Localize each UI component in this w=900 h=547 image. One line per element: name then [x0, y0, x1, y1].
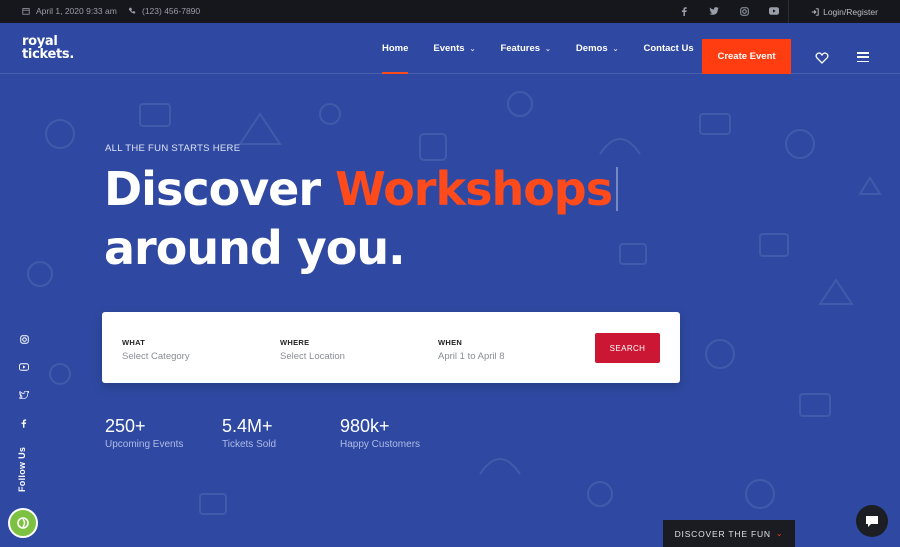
twitter-icon[interactable] — [708, 5, 720, 17]
nav-demos-label: Demos — [575, 43, 608, 54]
chevron-down-icon: ⌄ — [469, 45, 476, 53]
top-bar: April 1, 2020 9:33 am (123) 456-7890 Log… — [0, 0, 900, 23]
when-label: WHEN — [438, 338, 463, 347]
login-icon — [811, 7, 819, 16]
hero-eyebrow: ALL THE FUN STARTS HERE — [105, 143, 241, 154]
chevron-down-icon: ⌄ — [612, 45, 619, 53]
stat-number: 980k+ — [340, 416, 390, 436]
discover-the-fun-button[interactable]: DISCOVER THE FUN ⌄ — [663, 520, 795, 547]
nav-home-label: Home — [382, 43, 409, 54]
stat-number: 250+ — [105, 416, 146, 436]
stat-upcoming-events: 250+ Upcoming Events — [105, 416, 183, 450]
login-register-link[interactable]: Login/Register — [788, 0, 900, 23]
youtube-icon[interactable] — [18, 361, 30, 373]
phone-text: (123) 456-7890 — [142, 6, 201, 16]
facebook-icon[interactable] — [678, 5, 690, 17]
date-range-input[interactable]: April 1 to April 8 — [438, 351, 505, 362]
topbar-phone[interactable]: (123) 456-7890 — [128, 6, 200, 16]
site-logo[interactable]: royal tickets. — [22, 35, 74, 61]
headline-accent: Workshops — [335, 162, 613, 216]
chevron-down-icon: ⌄ — [545, 45, 551, 53]
where-field[interactable]: WHERE Select Location — [280, 338, 345, 362]
headline-line-1: Discover Workshops — [104, 160, 619, 219]
nav-home[interactable]: Home — [382, 23, 421, 74]
location-select[interactable]: Select Location — [280, 351, 345, 362]
nav-contact-label: Contact Us — [643, 43, 694, 54]
logo-line-2: tickets. — [22, 47, 74, 62]
youtube-icon[interactable] — [768, 5, 780, 17]
what-label: WHAT — [122, 338, 146, 347]
headline-part1: Discover — [104, 162, 336, 216]
chat-icon[interactable] — [856, 505, 888, 537]
headline-line-2: around you. — [104, 221, 406, 275]
main-nav: royal tickets. Home Events ⌄ Features ⌄ De… — [0, 23, 900, 74]
instagram-icon[interactable] — [18, 333, 30, 345]
event-search-form: WHAT Select Category WHERE Select Locati… — [102, 312, 680, 383]
chevron-down-icon: ⌄ — [775, 529, 784, 538]
nav-contact[interactable]: Contact Us — [643, 23, 706, 74]
stat-tickets-sold: 5.4M+ Tickets Sold — [222, 416, 276, 450]
nav-features[interactable]: Features ⌄ — [500, 23, 563, 74]
typing-cursor — [616, 167, 619, 211]
search-button[interactable]: SEARCH — [595, 333, 660, 363]
date-text: April 1, 2020 9:33 am — [36, 6, 117, 16]
heart-icon[interactable] — [815, 51, 829, 65]
nav-demos[interactable]: Demos ⌄ — [576, 23, 632, 74]
chat-widget-leaf-icon[interactable] — [8, 508, 38, 538]
nav-features-label: Features — [500, 43, 541, 54]
create-event-button[interactable]: Create Event — [702, 39, 791, 74]
twitter-icon[interactable] — [18, 389, 30, 401]
instagram-icon[interactable] — [738, 5, 750, 17]
category-select[interactable]: Select Category — [122, 351, 190, 362]
phone-icon — [128, 7, 136, 14]
when-field[interactable]: WHEN April 1 to April 8 — [438, 338, 505, 362]
topbar-date: April 1, 2020 9:33 am — [22, 6, 117, 16]
nav-links: Home Events ⌄ Features ⌄ Demos ⌄ Contact Us — [382, 23, 719, 74]
hero-headline: Discover Workshops around you. — [104, 160, 619, 278]
menu-icon[interactable] — [857, 52, 869, 62]
follow-us-label: Follow Us — [17, 446, 27, 492]
stat-happy-customers: 980k+ Happy Customers — [340, 416, 420, 450]
facebook-icon[interactable] — [18, 417, 30, 429]
calendar-icon — [22, 8, 30, 15]
stat-caption: Tickets Sold — [222, 439, 277, 450]
follow-social-rail — [18, 333, 30, 429]
login-label: Login/Register — [823, 6, 878, 17]
where-label: WHERE — [280, 338, 310, 347]
nav-events[interactable]: Events ⌄ — [433, 23, 488, 74]
stat-caption: Happy Customers — [340, 439, 421, 450]
topbar-social — [678, 5, 780, 17]
discover-label: DISCOVER THE FUN — [674, 528, 771, 539]
stat-caption: Upcoming Events — [105, 439, 184, 450]
what-field[interactable]: WHAT Select Category — [122, 338, 190, 362]
nav-events-label: Events — [433, 43, 465, 54]
stat-number: 5.4M+ — [222, 416, 273, 436]
